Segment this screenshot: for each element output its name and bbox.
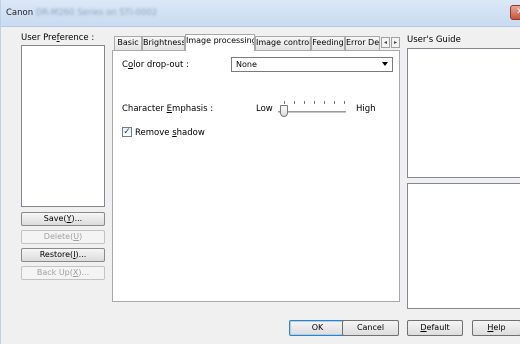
character-emphasis-label: Character Emphasis : xyxy=(122,104,214,114)
image-processing-panel xyxy=(112,50,400,302)
tab-brightness[interactable]: Brightness xyxy=(142,36,185,50)
tab-scroll-left-icon[interactable]: ◂ xyxy=(381,37,390,48)
remove-shadow-label: Remove shadow xyxy=(135,128,205,138)
slider-tick xyxy=(324,101,325,104)
users-guide-upper-pane xyxy=(407,48,520,178)
color-dropout-label: Color drop-out : xyxy=(122,60,189,70)
slider-tick xyxy=(304,101,305,104)
default-button[interactable]: Default xyxy=(407,320,463,336)
back-up-button[interactable]: Back Up(X)... xyxy=(21,266,105,280)
users-guide-heading: User's Guide xyxy=(407,35,461,45)
chevron-down-icon xyxy=(382,62,388,66)
window-title: Canon DR-M260 Series on STI-0002 xyxy=(6,8,158,18)
slider-tick xyxy=(344,101,345,104)
window-title-obscured: DR-M260 Series on STI-0002 xyxy=(35,8,158,18)
slider-tick xyxy=(284,101,285,104)
tab-image-control[interactable]: Image control xyxy=(255,36,311,50)
user-preference-heading: User Preference : xyxy=(21,33,95,43)
tab-feeding[interactable]: Feeding xyxy=(311,36,345,50)
save-button[interactable]: Save(Y)... xyxy=(21,212,105,226)
help-button[interactable]: Help xyxy=(472,320,520,336)
title-bar[interactable]: Canon DR-M260 Series on STI-0002 ✕ xyxy=(1,0,520,27)
close-button[interactable]: ✕ xyxy=(510,5,520,20)
slider-tick xyxy=(294,101,295,104)
slider-tick xyxy=(314,101,315,104)
tab-error-detection[interactable]: Error De xyxy=(345,36,380,50)
restore-button[interactable]: Restore(I)... xyxy=(21,248,105,262)
ok-button[interactable]: OK xyxy=(289,320,346,336)
slider-high-label: High xyxy=(356,104,376,114)
cancel-button[interactable]: Cancel xyxy=(342,320,399,336)
tab-image-processing[interactable]: Image processing xyxy=(185,34,255,51)
user-preference-list[interactable] xyxy=(21,45,105,207)
remove-shadow-checkbox[interactable]: ✓ xyxy=(122,127,132,137)
slider-thumb[interactable] xyxy=(280,105,288,117)
users-guide-lower-pane xyxy=(407,183,520,309)
tab-scroll-right-icon[interactable]: ▸ xyxy=(391,37,400,48)
delete-button[interactable]: Delete(U) xyxy=(21,230,105,244)
color-dropout-select[interactable]: None xyxy=(231,57,393,72)
tab-basic[interactable]: Basic xyxy=(114,36,142,50)
color-dropout-value: None xyxy=(236,60,257,69)
scanner-settings-dialog: Canon DR-M260 Series on STI-0002 ✕ User … xyxy=(0,0,520,344)
character-emphasis-slider[interactable] xyxy=(278,111,346,113)
slider-low-label: Low xyxy=(256,104,273,114)
slider-tick xyxy=(334,101,335,104)
